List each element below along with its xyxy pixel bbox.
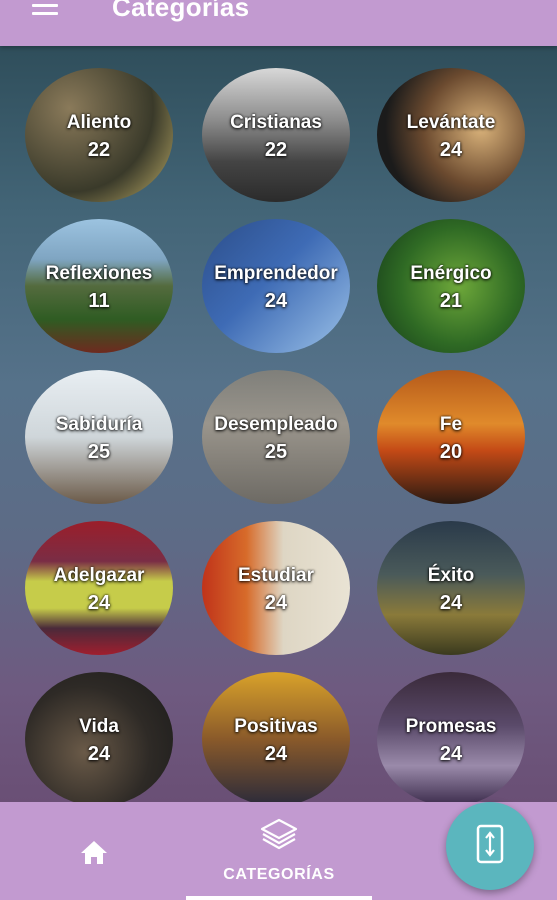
category-name: Emprendedor [214,263,338,284]
category-count: 20 [439,441,463,463]
active-tab-indicator [186,896,372,900]
category-name: Aliento [66,112,132,133]
category-count: 25 [264,441,288,463]
category-cristianas[interactable]: Cristianas 22 [202,68,350,202]
page-title: Categorías [112,0,250,22]
category-count: 24 [87,743,111,765]
nav-categories-tab[interactable]: CATEGORÍAS [186,802,372,900]
category-name: Desempleado [214,414,338,435]
category-count: 22 [87,139,111,161]
categories-grid-area: Aliento 22 Cristianas 22 Levántate 24 Re… [0,46,557,802]
home-icon [81,841,107,864]
floating-action-button[interactable] [446,802,534,890]
category-name: Levántate [406,112,496,133]
category-aliento[interactable]: Aliento 22 [25,68,173,202]
category-count: 22 [264,139,288,161]
category-image [377,219,525,353]
category-adelgazar[interactable]: Adelgazar 24 [25,521,173,655]
category-image [202,68,350,202]
category-count: 24 [439,592,463,614]
category-image [377,370,525,504]
category-count: 24 [439,139,463,161]
category-name: Sabiduría [55,414,143,435]
category-sabiduria[interactable]: Sabiduría 25 [25,370,173,504]
category-count: 24 [264,592,288,614]
phone-vertical-arrows-icon [476,824,504,864]
category-exito[interactable]: Éxito 24 [377,521,525,655]
category-positivas[interactable]: Positivas 24 [202,672,350,802]
category-name: Vida [79,716,119,737]
category-name: Fe [439,414,463,435]
category-name: Enérgico [410,263,492,284]
menu-icon[interactable] [32,4,58,20]
category-count: 25 [87,441,111,463]
top-app-bar: Categorías [0,0,557,46]
category-count: 21 [439,290,463,312]
category-fe[interactable]: Fe 20 [377,370,525,504]
category-levantate[interactable]: Levántate 24 [377,68,525,202]
category-reflexiones[interactable]: Reflexiones 11 [25,219,173,353]
category-name: Positivas [234,716,318,737]
nav-home-button[interactable] [64,832,124,882]
category-vida[interactable]: Vida 24 [25,672,173,802]
category-image [202,521,350,655]
category-count: 24 [264,290,288,312]
category-count: 24 [87,592,111,614]
category-name: Cristianas [230,112,322,133]
category-desempleado[interactable]: Desempleado 25 [202,370,350,504]
category-image [25,370,173,504]
layers-icon [260,818,298,850]
category-image [377,521,525,655]
category-promesas[interactable]: Promesas 24 [377,672,525,802]
category-image [25,68,173,202]
category-emprendedor[interactable]: Emprendedor 24 [202,219,350,353]
category-image [25,521,173,655]
category-name: Éxito [427,565,475,586]
category-count: 24 [439,743,463,765]
category-image [202,370,350,504]
category-name: Promesas [405,716,497,737]
category-estudiar[interactable]: Estudiar 24 [202,521,350,655]
category-image [377,68,525,202]
categories-grid: Aliento 22 Cristianas 22 Levántate 24 Re… [0,46,557,802]
category-name: Adelgazar [53,565,145,586]
category-name: Reflexiones [45,263,153,284]
category-image [25,219,173,353]
category-energico[interactable]: Enérgico 21 [377,219,525,353]
category-name: Estudiar [237,565,315,586]
category-count: 11 [88,290,110,312]
nav-categories-label: CATEGORÍAS [223,866,335,883]
category-count: 24 [264,743,288,765]
category-image [202,219,350,353]
